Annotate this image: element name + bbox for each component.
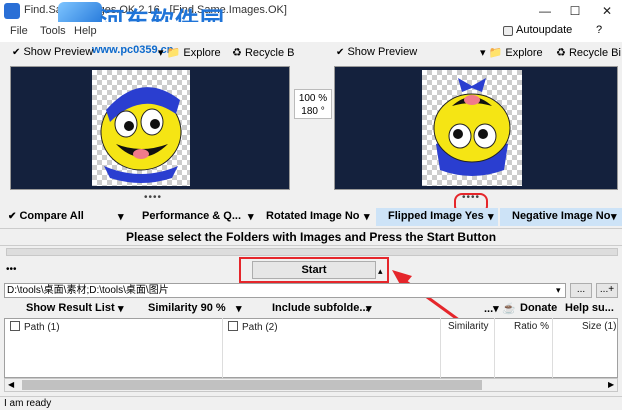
- compare-all-option[interactable]: ✔ Compare All: [8, 210, 84, 222]
- dropdown-arrow-icon[interactable]: ▾: [248, 210, 254, 223]
- right-splitter[interactable]: ••••: [462, 192, 480, 203]
- checkbox[interactable]: [228, 321, 238, 331]
- help-support-button[interactable]: Help su...: [565, 302, 614, 314]
- add-folder-button[interactable]: ...+: [596, 283, 618, 298]
- left-splitter[interactable]: ••••: [144, 192, 162, 203]
- column-divider[interactable]: [494, 318, 495, 378]
- right-show-preview[interactable]: Show Preview: [347, 46, 417, 58]
- header-size-1[interactable]: Size (1): [582, 321, 616, 332]
- left-explore-button[interactable]: Explore: [183, 47, 220, 59]
- recycle-icon: ♻: [232, 47, 242, 59]
- dropdown-arrow-icon[interactable]: ▾: [118, 302, 124, 315]
- column-divider[interactable]: [440, 318, 441, 378]
- rotation-angle: 180 °: [301, 106, 325, 117]
- right-explore-group: ▾ 📁 Explore: [480, 46, 543, 64]
- splitter-dots[interactable]: •••: [6, 264, 17, 275]
- dropdown-arrow-icon[interactable]: ▾: [158, 47, 164, 59]
- left-image: [92, 70, 190, 186]
- compare-all-label: Compare All: [19, 210, 84, 222]
- maximize-button[interactable]: ☐: [560, 0, 590, 22]
- coffee-icon: ☕: [502, 303, 516, 315]
- right-recycle-button[interactable]: Recycle Bi: [569, 47, 621, 59]
- include-subfolders-option[interactable]: Include subfolde...: [272, 302, 369, 314]
- minimize-button[interactable]: —: [530, 0, 560, 22]
- header-path-1[interactable]: Path (1): [10, 321, 60, 333]
- dropdown-arrow-icon[interactable]: ▾: [366, 302, 372, 315]
- dropdown-arrow-icon[interactable]: ▾: [611, 210, 617, 223]
- check-icon: ✔: [12, 47, 21, 58]
- scrollbar-thumb[interactable]: [22, 380, 482, 390]
- right-preview-bar: ✔ Show Preview: [336, 46, 417, 64]
- recycle-icon: ♻: [556, 47, 566, 59]
- autoupdate-button[interactable]: Autoupdate: [516, 24, 572, 36]
- dropdown-arrow-icon[interactable]: ▾: [118, 210, 124, 223]
- header-similarity[interactable]: Similarity: [448, 321, 489, 332]
- scroll-right-icon[interactable]: ▶: [608, 380, 614, 389]
- smiley-image: [100, 87, 182, 183]
- close-button[interactable]: ✕: [592, 0, 622, 22]
- left-preview-bar: ✔ Show Preview: [12, 46, 93, 64]
- left-recycle-group: ♻ Recycle B: [232, 46, 294, 64]
- show-result-list-button[interactable]: Show Result List: [26, 302, 115, 314]
- check-icon: ✔: [8, 211, 17, 222]
- left-explore-group: ▾ 📁 Explore: [158, 46, 221, 64]
- menu-help[interactable]: Help: [74, 25, 97, 37]
- scroll-left-icon[interactable]: ◀: [8, 380, 14, 389]
- right-explore-button[interactable]: Explore: [505, 47, 542, 59]
- zoom-percent: 100 %: [298, 93, 328, 104]
- more-dots[interactable]: ...▾: [484, 302, 499, 315]
- performance-option[interactable]: Performance & Q...: [142, 210, 241, 222]
- donate-button[interactable]: Donate: [520, 302, 557, 314]
- right-recycle-group: ♻ Recycle Bi: [556, 46, 621, 64]
- folder-icon: 📁: [488, 47, 503, 59]
- header-label: Path (2): [242, 322, 278, 333]
- column-divider[interactable]: [552, 318, 553, 378]
- left-show-preview[interactable]: Show Preview: [23, 46, 93, 58]
- negative-option[interactable]: Negative Image No: [512, 210, 610, 222]
- app-icon: [4, 3, 20, 19]
- dropdown-arrow-icon[interactable]: ▾: [480, 47, 486, 59]
- header-ratio[interactable]: Ratio %: [514, 321, 549, 332]
- dropdown-arrow-icon[interactable]: ▾: [236, 302, 242, 315]
- column-divider[interactable]: [222, 318, 223, 378]
- status-bar: I am ready: [0, 396, 622, 409]
- left-recycle-button[interactable]: Recycle B: [245, 47, 295, 59]
- check-icon: ✔: [336, 47, 345, 58]
- header-path-2[interactable]: Path (2): [228, 321, 278, 333]
- rotated-option[interactable]: Rotated Image No: [266, 210, 360, 222]
- header-label: Path (1): [24, 322, 60, 333]
- checkbox[interactable]: [10, 321, 20, 331]
- flipped-smiley-image: [433, 78, 511, 176]
- dropdown-arrow-icon[interactable]: ▴: [378, 266, 383, 277]
- browse-button[interactable]: ...: [570, 283, 592, 298]
- flipped-option[interactable]: Flipped Image Yes: [388, 210, 484, 222]
- folder-path-input[interactable]: D:\tools\桌面\素材;D:\tools\桌面\图片: [4, 283, 566, 298]
- instruction-message: Please select the Folders with Images an…: [125, 230, 497, 244]
- chevron-down-icon[interactable]: ▾: [556, 285, 561, 296]
- menu-tools[interactable]: Tools: [40, 25, 66, 37]
- dropdown-arrow-icon[interactable]: ▾: [488, 210, 494, 223]
- lock-icon: [503, 26, 513, 36]
- right-image: [422, 70, 522, 186]
- start-button[interactable]: Start: [252, 261, 376, 279]
- dropdown-arrow-icon[interactable]: ▾: [364, 210, 370, 223]
- menu-file[interactable]: File: [10, 25, 28, 37]
- progress-strip: [6, 248, 618, 256]
- similarity-dropdown[interactable]: Similarity 90 %: [148, 302, 226, 314]
- folder-icon: 📁: [166, 47, 181, 59]
- help-icon[interactable]: ?: [596, 24, 602, 36]
- zoom-info: 100 % 180 °: [294, 89, 332, 119]
